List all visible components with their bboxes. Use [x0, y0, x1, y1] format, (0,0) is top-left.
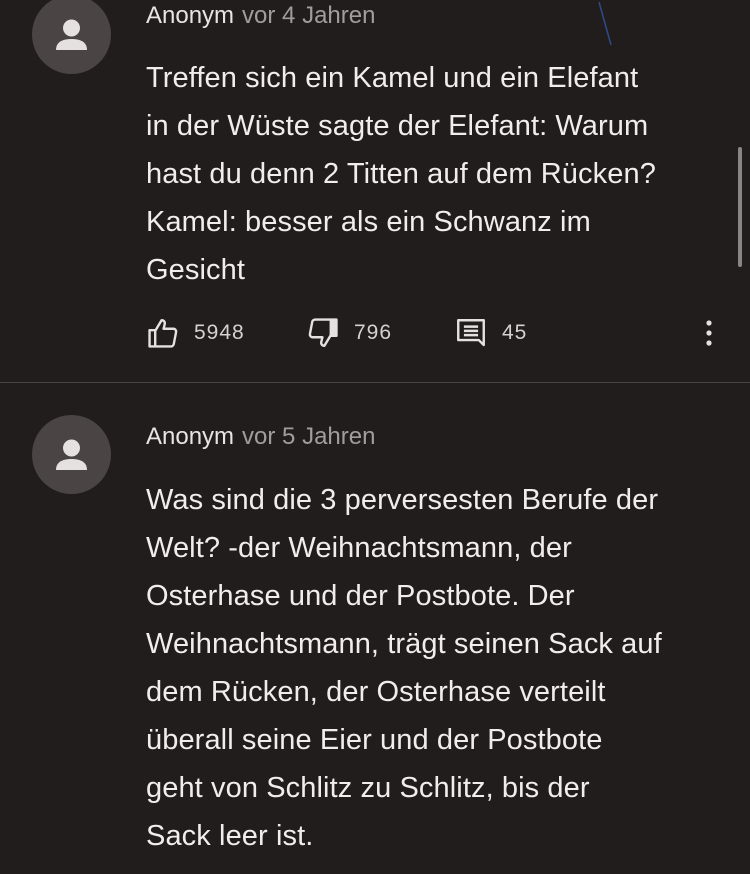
comment-text: Treffen sich ein Kamel und ein Elefant i…: [146, 54, 731, 294]
avatar-person-icon: [56, 439, 87, 470]
comment-text-line: überall seine Eier und der Postbote: [146, 724, 603, 756]
comment-header: Anonym vor 4 Jahren: [146, 1, 375, 31]
avatar[interactable]: [32, 0, 111, 74]
comment-actions: 5948 796 45: [146, 315, 726, 351]
more-vert-icon: [706, 320, 712, 346]
comment-time: vor 4 Jahren: [242, 2, 376, 29]
like-button[interactable]: 5948: [146, 315, 245, 351]
avatar[interactable]: [32, 415, 111, 494]
comment-text-line: Weihnachtsmann, trägt seinen Sack auf: [146, 628, 662, 660]
comment-text: Was sind die 3 perversesten Berufe der W…: [146, 476, 731, 860]
comment-text-line: in der Wüste sagte der Elefant: Warum: [146, 110, 649, 142]
like-count: 5948: [194, 321, 245, 344]
comment-text-line: Kamel: besser als ein Schwanz im: [146, 206, 591, 238]
scrollbar[interactable]: [738, 147, 742, 267]
thumbs-down-icon: [308, 318, 338, 347]
dislike-count: 796: [354, 321, 393, 344]
comment-list: Anonym vor 4 Jahren Treffen sich ein Kame…: [0, 0, 750, 874]
reply-count: 45: [502, 321, 528, 344]
comment-item: Anonym vor 5 Jahren Was sind die 3 perver…: [0, 383, 750, 874]
comment-item: Anonym vor 4 Jahren Treffen sich ein Kame…: [0, 0, 750, 382]
comment-text-line: Treffen sich ein Kamel und ein Elefant: [146, 62, 639, 94]
comment-text-line: Osterhase und der Postbote. Der: [146, 580, 575, 612]
thumbs-up-icon: [148, 319, 178, 348]
comment-text-line: Was sind die 3 perversesten Berufe der: [146, 484, 659, 516]
author-name[interactable]: Anonym: [146, 2, 234, 29]
comment-text-line: geht von Schlitz zu Schlitz, bis der: [146, 772, 590, 804]
comment-time: vor 5 Jahren: [242, 423, 376, 450]
comment-text-line: Welt? -der Weihnachtsmann, der: [146, 532, 572, 564]
replies-button[interactable]: 45: [454, 315, 527, 351]
avatar-person-icon: [56, 19, 87, 50]
comment-text-line: dem Rücken, der Osterhase verteilt: [146, 676, 606, 708]
comment-header: Anonym vor 5 Jahren: [146, 422, 375, 452]
comment-text-line: Sack leer ist.: [146, 820, 314, 852]
comment-icon: [457, 319, 485, 347]
more-options-button[interactable]: [700, 315, 718, 351]
dislike-button[interactable]: 796: [306, 315, 392, 351]
comment-text-line: hast du denn 2 Titten auf dem Rücken?: [146, 158, 656, 190]
comment-text-line: Gesicht: [146, 254, 246, 286]
author-name[interactable]: Anonym: [146, 423, 234, 450]
